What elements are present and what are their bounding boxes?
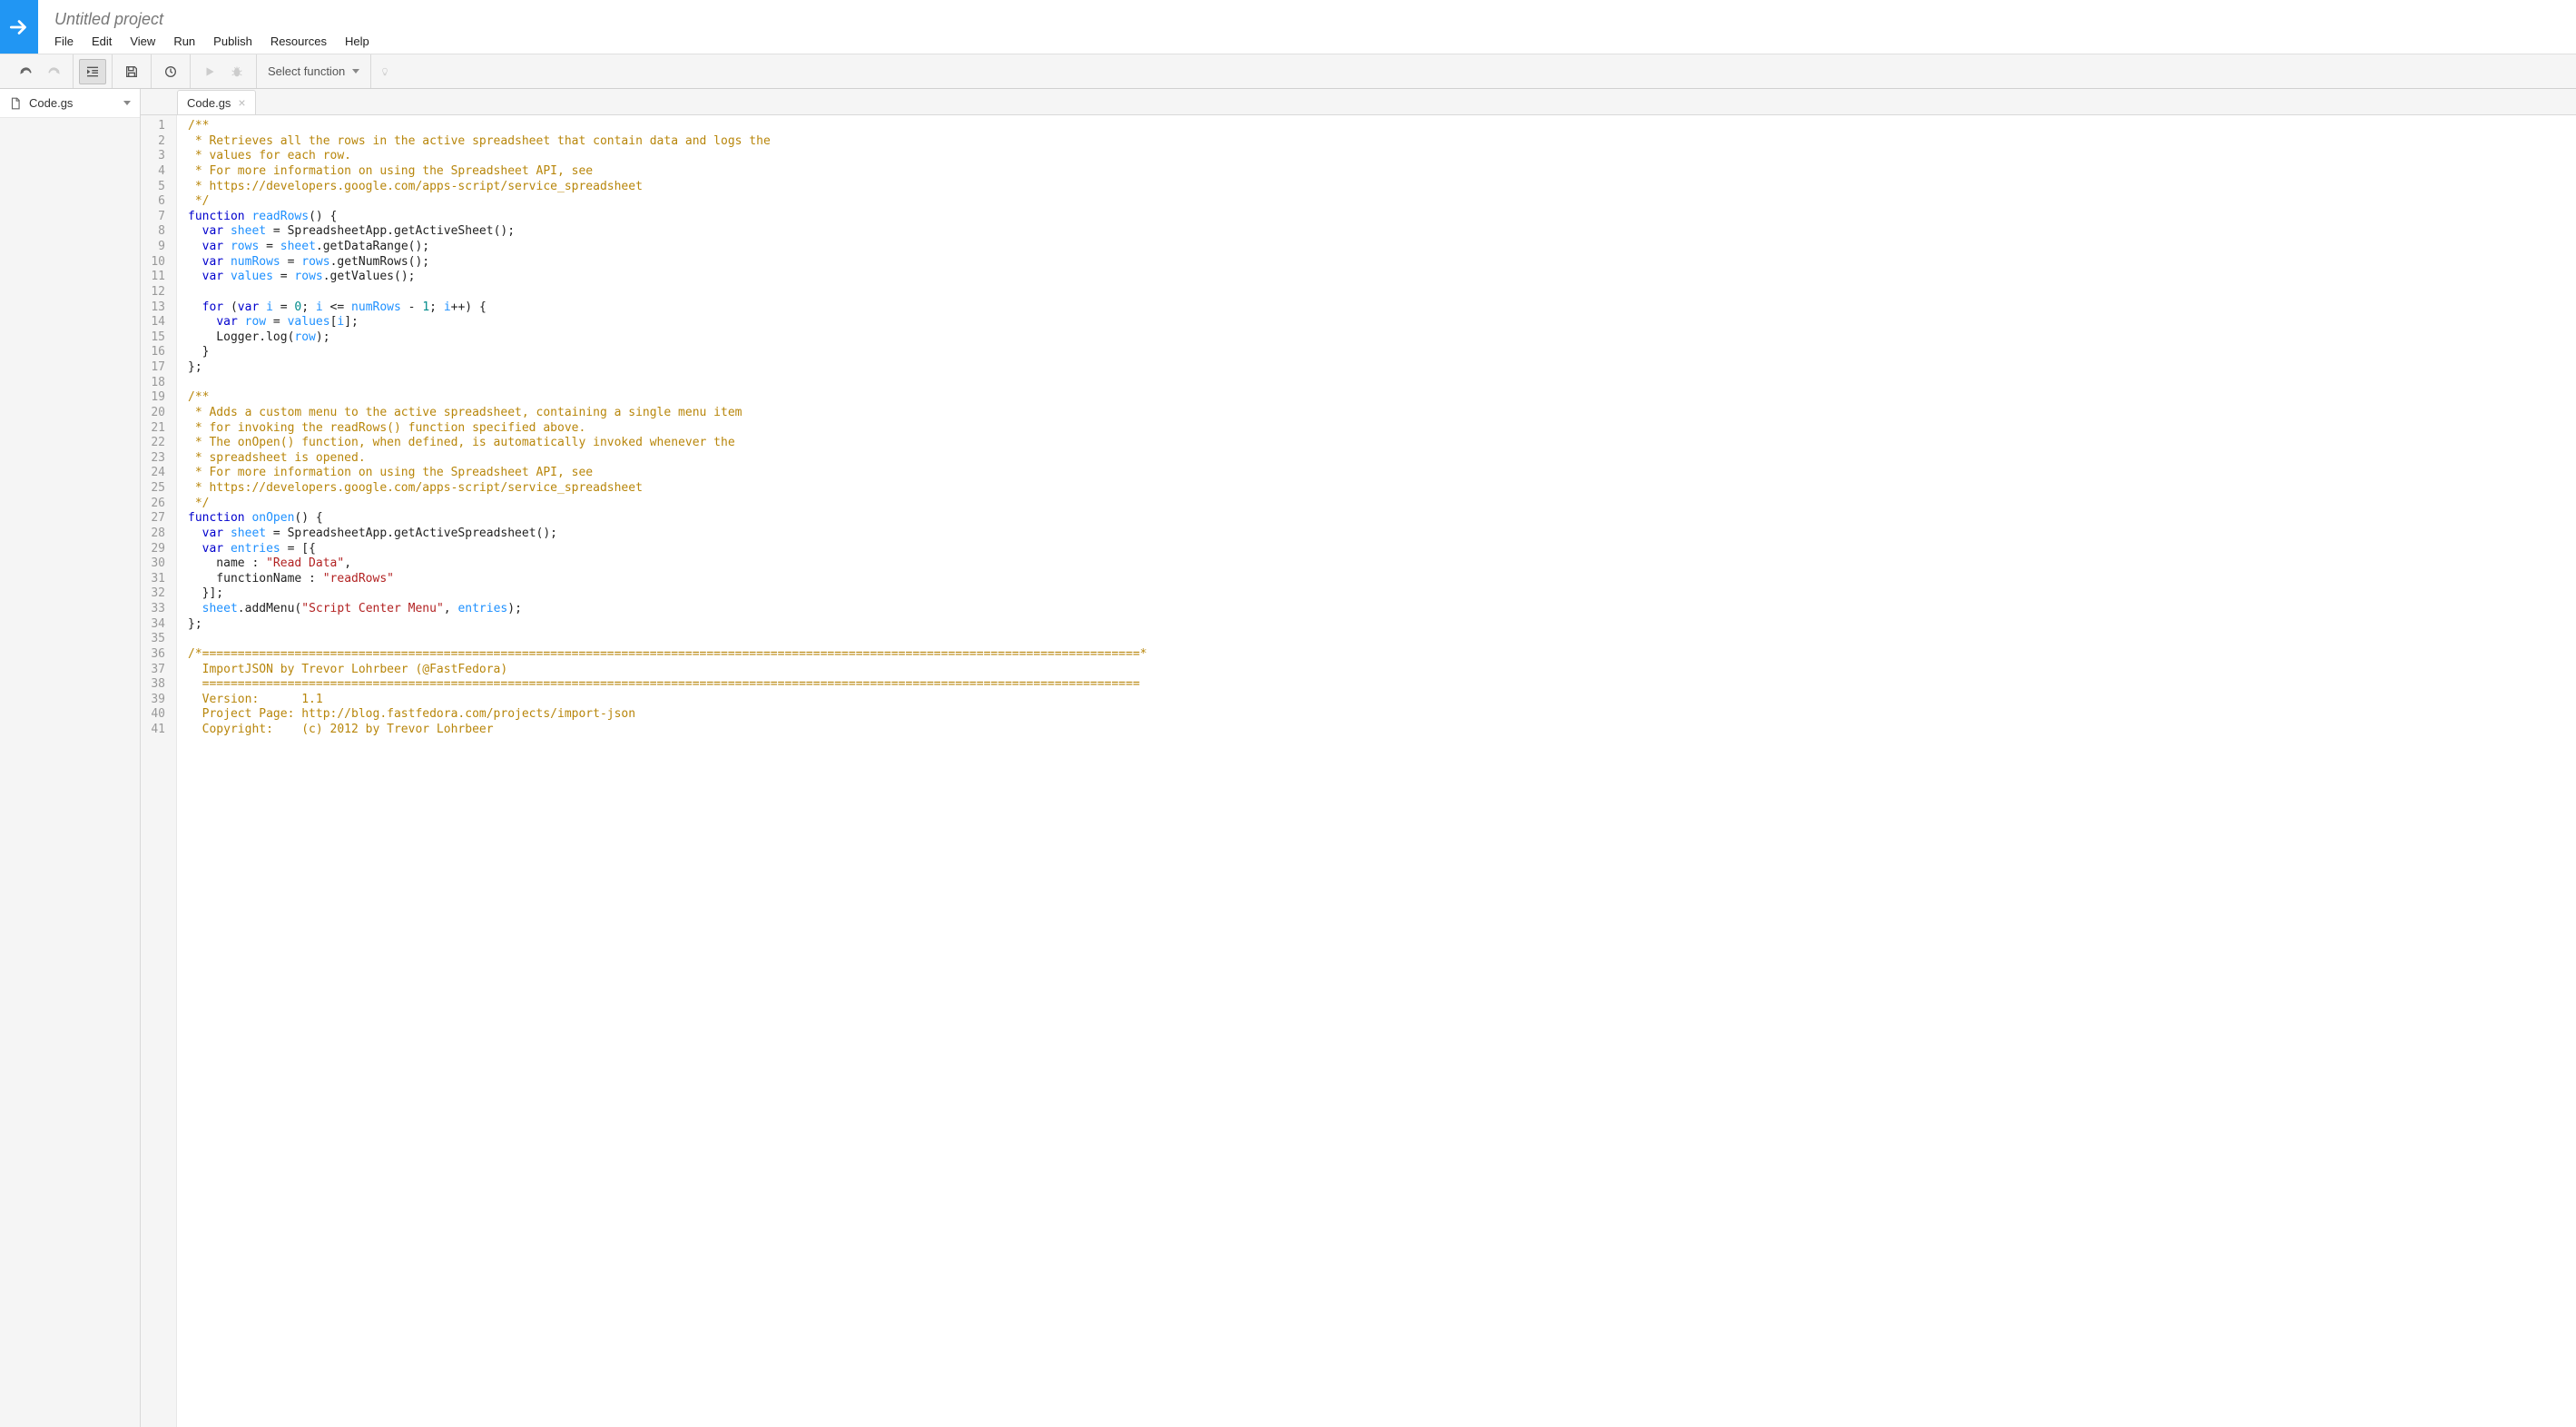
header: Untitled project File Edit View Run Publish R… [0, 0, 2576, 54]
code-line[interactable] [188, 376, 1147, 391]
tab-label: Code.gs [187, 96, 231, 110]
indent-button[interactable] [79, 59, 106, 84]
code-line[interactable]: Version: 1.1 [188, 693, 1147, 708]
menu-publish[interactable]: Publish [213, 33, 252, 50]
menu-file[interactable]: File [54, 33, 74, 50]
menu-resources[interactable]: Resources [270, 33, 327, 50]
code-line[interactable]: Copyright: (c) 2012 by Trevor Lohrbeer [188, 723, 1147, 738]
code-line[interactable]: * Retrieves all the rows in the active s… [188, 134, 1147, 150]
code-line[interactable] [188, 632, 1147, 647]
lightbulb-button[interactable] [371, 59, 398, 84]
code-line[interactable]: * for invoking the readRows() function s… [188, 421, 1147, 437]
close-icon[interactable]: × [238, 95, 245, 110]
code-line[interactable]: var row = values[i]; [188, 315, 1147, 330]
code-line[interactable]: */ [188, 194, 1147, 210]
code-line[interactable]: * For more information on using the Spre… [188, 164, 1147, 180]
code-line[interactable]: function readRows() { [188, 210, 1147, 225]
code-line[interactable]: function onOpen() { [188, 511, 1147, 527]
code-line[interactable]: ImportJSON by Trevor Lohrbeer (@FastFedo… [188, 663, 1147, 678]
line-number-gutter: 1234567891011121314151617181920212223242… [141, 115, 177, 1427]
save-button[interactable] [118, 59, 145, 84]
code-line[interactable]: sheet.addMenu("Script Center Menu", entr… [188, 602, 1147, 617]
editor-tabs: Code.gs × [141, 89, 2576, 115]
triggers-button[interactable] [157, 59, 184, 84]
code-line[interactable]: * Adds a custom menu to the active sprea… [188, 406, 1147, 421]
menu-edit[interactable]: Edit [92, 33, 112, 50]
code-line[interactable]: Project Page: http://blog.fastfedora.com… [188, 707, 1147, 723]
code-line[interactable]: var rows = sheet.getDataRange(); [188, 240, 1147, 255]
code-line[interactable]: * For more information on using the Spre… [188, 466, 1147, 481]
code-line[interactable]: functionName : "readRows" [188, 572, 1147, 587]
code-line[interactable]: * https://developers.google.com/apps-scr… [188, 180, 1147, 195]
code-line[interactable]: * The onOpen() function, when defined, i… [188, 436, 1147, 451]
code-line[interactable]: var values = rows.getValues(); [188, 270, 1147, 285]
code-line[interactable]: } [188, 345, 1147, 360]
code-line[interactable] [188, 285, 1147, 300]
menu-run[interactable]: Run [173, 33, 195, 50]
file-icon [9, 97, 22, 110]
menu-help[interactable]: Help [345, 33, 369, 50]
code-line[interactable]: * values for each row. [188, 149, 1147, 164]
code-editor[interactable]: 1234567891011121314151617181920212223242… [141, 115, 2576, 1427]
code-line[interactable]: }; [188, 617, 1147, 633]
select-function-label: Select function [268, 64, 345, 78]
editor-tab[interactable]: Code.gs × [177, 90, 256, 114]
menu-view[interactable]: View [130, 33, 155, 50]
code-line[interactable]: var sheet = SpreadsheetApp.getActiveShee… [188, 224, 1147, 240]
code-line[interactable]: }; [188, 360, 1147, 376]
code-line[interactable]: name : "Read Data", [188, 556, 1147, 572]
code-line[interactable]: ========================================… [188, 677, 1147, 693]
code-line[interactable]: var numRows = rows.getNumRows(); [188, 255, 1147, 271]
redo-button[interactable] [40, 59, 67, 84]
code-line[interactable]: * spreadsheet is opened. [188, 451, 1147, 467]
code-line[interactable]: /** [188, 390, 1147, 406]
code-line[interactable]: */ [188, 497, 1147, 512]
sidebar-file-item[interactable]: Code.gs [0, 89, 140, 118]
sidebar: Code.gs [0, 89, 141, 1427]
code-line[interactable]: /** [188, 119, 1147, 134]
chevron-down-icon [352, 69, 359, 74]
logo-icon[interactable] [0, 0, 38, 54]
code-line[interactable]: var entries = [{ [188, 542, 1147, 557]
toolbar: Select function [0, 54, 2576, 89]
sidebar-file-label: Code.gs [29, 96, 73, 110]
run-button[interactable] [196, 59, 223, 84]
debug-button[interactable] [223, 59, 251, 84]
select-function-dropdown[interactable]: Select function [257, 54, 371, 88]
code-line[interactable]: var sheet = SpreadsheetApp.getActiveSpre… [188, 527, 1147, 542]
code-line[interactable]: for (var i = 0; i <= numRows - 1; i++) { [188, 300, 1147, 316]
code-line[interactable]: }]; [188, 586, 1147, 602]
code-line[interactable]: /*======================================… [188, 647, 1147, 663]
undo-button[interactable] [13, 59, 40, 84]
project-title[interactable]: Untitled project [54, 10, 369, 29]
code-content[interactable]: /** * Retrieves all the rows in the acti… [177, 115, 1147, 1427]
code-line[interactable]: Logger.log(row); [188, 330, 1147, 346]
menubar: File Edit View Run Publish Resources Help [54, 33, 369, 50]
code-line[interactable]: * https://developers.google.com/apps-scr… [188, 481, 1147, 497]
chevron-down-icon[interactable] [123, 101, 131, 105]
